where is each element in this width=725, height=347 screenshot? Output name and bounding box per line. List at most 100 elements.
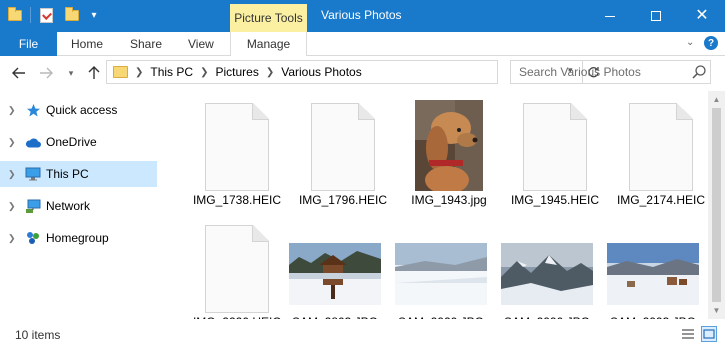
sidebar-item-label: Network [46,199,91,213]
close-button[interactable]: ✕ [679,0,725,32]
large-icons-view-icon [703,329,715,339]
customize-toolbar-chevron-icon[interactable]: ▾ [85,5,103,25]
sidebar-item-homegroup[interactable]: ❯ Homegroup [0,225,157,251]
scrollbar-thumb[interactable] [712,108,721,302]
breadcrumb-this-pc[interactable]: This PC [150,65,193,79]
generic-file-icon [205,225,269,313]
expand-chevron-icon[interactable]: ❯ [8,233,16,244]
folder-icon[interactable] [6,5,24,25]
minimize-button[interactable] [587,0,633,32]
forward-arrow-icon [40,67,53,79]
file-item[interactable]: SAM_2993.JPG [601,213,705,331]
details-view-button[interactable] [680,326,696,342]
up-button[interactable] [85,63,103,83]
recent-locations-chevron-icon[interactable]: ▾ [62,63,80,83]
file-item[interactable]: IMG_1943.jpg [397,91,501,209]
file-name: IMG_1943.jpg [411,193,487,207]
toolbar-divider [30,7,31,23]
file-thumbnail [399,95,499,191]
generic-file-icon [523,103,587,191]
breadcrumb-various-photos[interactable]: Various Photos [281,65,362,79]
star-icon [25,102,41,118]
sidebar-item-network[interactable]: ❯ Network [0,193,157,219]
search-icon[interactable] [691,64,707,80]
generic-file-icon [205,103,269,191]
back-button[interactable] [10,63,28,83]
sidebar-item-this-pc[interactable]: ❯ This PC [0,161,157,187]
file-item[interactable]: SAM_2920.JPG [389,213,493,331]
file-name: IMG_1945.HEIC [510,193,600,207]
cloud-icon [25,134,41,150]
status-bar: 10 items [0,319,725,347]
tab-view[interactable]: View [188,32,214,56]
scroll-down-arrow-icon[interactable]: ▼ [708,302,725,319]
file-item[interactable]: IMG_2174.HEIC [609,91,713,209]
breadcrumb-pictures[interactable]: Pictures [215,65,258,79]
tab-home[interactable]: Home [71,32,103,56]
title-bar: ▾ Picture Tools Various Photos ✕ [0,0,725,32]
large-icons-view-button[interactable] [701,326,717,342]
properties-icon[interactable] [37,5,55,25]
scroll-up-arrow-icon[interactable]: ▲ [708,91,725,108]
maximize-button[interactable] [633,0,679,32]
quick-access-toolbar: ▾ [6,5,103,25]
back-arrow-icon [12,67,25,79]
expand-chevron-icon[interactable]: ❯ [8,201,16,212]
expand-chevron-icon[interactable]: ❯ [8,105,16,116]
new-folder-icon[interactable] [63,5,81,25]
tab-manage[interactable]: Manage [230,32,307,56]
file-thumbnail [187,95,287,191]
computer-icon [25,166,41,182]
mountains-thumbnail [501,243,593,305]
expand-chevron-icon[interactable]: ❯ [8,137,16,148]
address-bar[interactable]: ❯ This PC ❯ Pictures ❯ Various Photos ▾ [106,60,599,84]
tab-file[interactable]: File [0,32,57,56]
file-list: IMG_1738.HEIC IMG_1796.HEIC IMG_1943.jpg… [160,91,708,329]
item-count: 10 items [15,328,61,342]
close-icon: ✕ [695,7,709,24]
navigation-bar: ▾ ❯ This PC ❯ Pictures ❯ Various Photos … [0,56,725,91]
details-view-icon [682,329,694,339]
file-item[interactable]: IMG_2220.HEIC [185,213,289,331]
file-item[interactable]: IMG_1796.HEIC [291,91,395,209]
vertical-scrollbar[interactable]: ▲ ▼ [708,91,725,319]
sidebar-item-label: OneDrive [46,135,97,149]
snow-village-thumbnail [607,243,699,305]
sidebar-item-quick-access[interactable]: ❯ Quick access [0,97,157,123]
sidebar-item-label: This PC [46,167,89,181]
file-thumbnail [391,217,491,313]
generic-file-icon [629,103,693,191]
help-icon[interactable]: ? [704,36,718,50]
expand-chevron-icon[interactable]: ❯ [8,169,16,180]
snow-field-thumbnail [395,243,487,305]
homegroup-icon [25,230,41,246]
file-item[interactable]: IMG_1945.HEIC [503,91,607,209]
file-item[interactable]: IMG_1738.HEIC [185,91,289,209]
window-title: Various Photos [321,8,402,22]
breadcrumb-chevron-icon[interactable]: ❯ [135,67,143,78]
minimize-icon [605,15,615,17]
file-thumbnail [611,95,711,191]
snow-hut-thumbnail [289,243,381,305]
dog-photo-thumbnail [415,100,483,191]
search-input[interactable] [519,65,689,79]
search-box[interactable] [510,60,711,84]
expand-ribbon-chevron-icon[interactable]: ⌄ [686,37,694,48]
breadcrumb-chevron-icon[interactable]: ❯ [266,67,274,78]
sidebar-item-onedrive[interactable]: ❯ OneDrive [0,129,157,155]
file-thumbnail [505,95,605,191]
file-item[interactable]: SAM_2990.JPG [495,213,599,331]
picture-tools-label: Picture Tools [230,4,307,32]
file-thumbnail [285,217,385,313]
file-thumbnail [497,217,597,313]
tab-share[interactable]: Share [130,32,162,56]
breadcrumb-chevron-icon[interactable]: ❯ [200,67,208,78]
file-item[interactable]: SAM_2803.JPG [283,213,387,331]
sidebar-item-label: Homegroup [46,231,109,245]
forward-button[interactable] [37,63,55,83]
file-name: IMG_2174.HEIC [616,193,706,207]
generic-file-icon [311,103,375,191]
file-thumbnail [187,217,287,313]
folder-icon [113,66,128,78]
ribbon-tabs: File Home Share View Manage ⌄ ? [0,32,725,56]
